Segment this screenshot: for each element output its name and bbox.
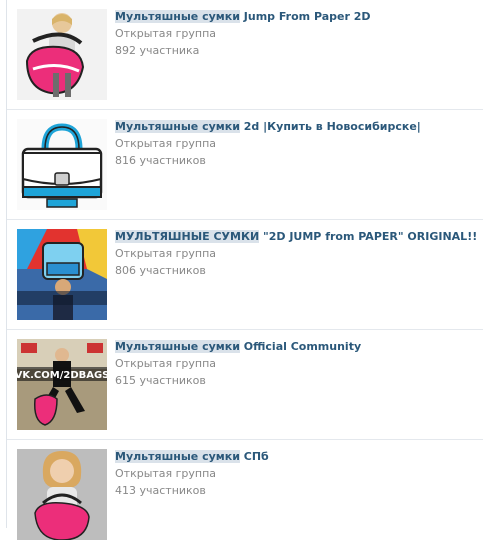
search-highlight: Мультяшные сумки	[115, 340, 240, 353]
group-title-link[interactable]: Мультяшные сумки СПб	[115, 450, 479, 464]
group-avatar[interactable]	[17, 119, 107, 210]
search-highlight: МУЛЬТЯШНЫЕ СУМКИ	[115, 230, 260, 243]
group-avatar[interactable]	[17, 449, 107, 540]
group-title-rest: Jump From Paper 2D	[239, 10, 371, 23]
group-title-link[interactable]: Мультяшные сумки Jump From Paper 2D	[115, 10, 479, 24]
group-members-count[interactable]: 806 участников	[115, 262, 479, 279]
thumb-caption: VK.COM/2DBAGS	[17, 370, 107, 381]
bag-photo-icon	[17, 449, 107, 540]
group-type: Открытая группа	[115, 357, 217, 370]
group-title-link[interactable]: МУЛЬТЯШНЫЕ СУМКИ "2D JUMP from PAPER" OR…	[115, 230, 479, 244]
group-search-results: Мультяшные сумки Jump From Paper 2D Откр…	[7, 0, 483, 549]
group-title-rest: СПб	[239, 450, 269, 463]
search-highlight: Мультяшные сумки	[115, 450, 240, 463]
group-members-count[interactable]: 892 участника	[115, 42, 479, 59]
bag-photo-icon	[17, 9, 107, 100]
group-result-item: VK.COM/2DBAGS Мультяшные сумки Official …	[7, 330, 483, 440]
group-title-rest: Official Community	[239, 340, 362, 353]
group-result-item: Мультяшные сумки 2d |Купить в Новосибирс…	[7, 110, 483, 220]
group-result-item: Мультяшные сумки Jump From Paper 2D Откр…	[7, 0, 483, 110]
group-title-link[interactable]: Мультяшные сумки Official Community	[115, 340, 479, 354]
group-members-count[interactable]: 816 участников	[115, 152, 479, 169]
group-avatar[interactable]	[17, 229, 107, 320]
group-result-item: Мультяшные сумки СПб Открытая группа 413…	[7, 440, 483, 549]
group-result-item: МУЛЬТЯШНЫЕ СУМКИ "2D JUMP from PAPER" OR…	[7, 220, 483, 330]
group-type: Открытая группа	[115, 137, 217, 150]
group-avatar[interactable]: VK.COM/2DBAGS	[17, 339, 107, 430]
group-type: Открытая группа	[115, 467, 217, 480]
bag-photo-icon	[17, 119, 107, 210]
group-title-link[interactable]: Мультяшные сумки 2d |Купить в Новосибирс…	[115, 120, 479, 134]
bag-photo-icon: VK.COM/2DBAGS	[17, 339, 107, 430]
group-members-count[interactable]: 615 участников	[115, 372, 479, 389]
bag-photo-icon	[17, 229, 107, 320]
group-title-rest: 2d |Купить в Новосибирске|	[239, 120, 421, 133]
group-members-count[interactable]: 413 участников	[115, 482, 479, 499]
group-type: Открытая группа	[115, 27, 217, 40]
search-highlight: Мультяшные сумки	[115, 10, 240, 23]
search-highlight: Мультяшные сумки	[115, 120, 240, 133]
group-title-rest: "2D JUMP from PAPER" ORIGINAL!!	[259, 230, 478, 243]
group-avatar[interactable]	[17, 9, 107, 100]
group-type: Открытая группа	[115, 247, 217, 260]
